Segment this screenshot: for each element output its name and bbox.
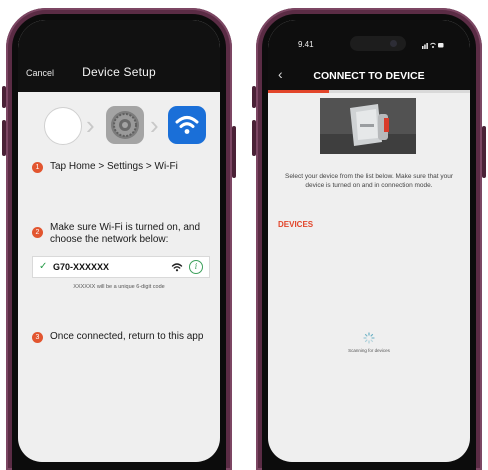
checkmark-icon: ✓ (39, 261, 48, 272)
nav-bar: ‹ CONNECT TO DEVICE (268, 60, 470, 90)
step-number: 1 (32, 162, 43, 173)
step-number: 2 (32, 227, 43, 238)
step-text: Once connected, return to this app (50, 331, 204, 342)
phone-side-button (252, 120, 256, 156)
network-name: G70-XXXXXX (53, 262, 110, 272)
step-text: Tap Home > Settings > Wi-Fi (50, 161, 178, 172)
setup-header: Cancel Device Setup (18, 20, 220, 92)
step-text: Make sure Wi-Fi is turned on, and choose… (50, 222, 201, 245)
info-icon[interactable]: i (189, 260, 203, 274)
setup-progress-bar (268, 90, 470, 93)
step-2: 2 Make sure Wi-Fi is turned on, and choo… (32, 222, 208, 250)
device-illustration (320, 98, 416, 154)
camera-icon (390, 40, 397, 47)
devices-heading: DEVICES (278, 220, 314, 229)
progress-fill (268, 90, 329, 93)
status-bar: 9.41 (268, 20, 470, 60)
connect-device-screen: 9.41 ‹ CONNECT TO DEVICE Select your dev… (268, 20, 470, 462)
chevron-right-icon: › (150, 110, 159, 140)
phone-side-button (252, 86, 256, 108)
home-button-icon (44, 107, 82, 145)
network-list-item[interactable]: ✓ G70-XXXXXX i (32, 256, 210, 278)
scanning-status: Scanning for devices (348, 348, 390, 353)
status-icons (422, 42, 444, 49)
phone-left: Cancel Device Setup › › 1 Tap Home > Set… (2, 8, 236, 470)
phone-side-button (2, 86, 6, 108)
wifi-signal-icon (171, 263, 183, 272)
dynamic-island (350, 36, 406, 51)
phone-right: 9.41 ‹ CONNECT TO DEVICE Select your dev… (252, 8, 486, 470)
loading-spinner-icon (363, 332, 375, 344)
step-3: 3 Once connected, return to this app (32, 331, 208, 345)
wifi-icon (168, 106, 206, 144)
instructions-text: Select your device from the list below. … (285, 173, 453, 189)
phone-side-button (232, 126, 236, 178)
page-title: Device Setup (82, 65, 156, 79)
network-note: XXXXXX will be a unique 6-digit code (73, 284, 165, 290)
phone-side-button (2, 120, 6, 156)
phone-side-button (482, 126, 486, 178)
step-1: 1 Tap Home > Settings > Wi-Fi (32, 161, 208, 175)
status-time: 9.41 (298, 40, 314, 49)
step-number: 3 (32, 332, 43, 343)
chevron-right-icon: › (86, 110, 95, 140)
setup-icons-row: › › (44, 106, 206, 146)
device-setup-screen: Cancel Device Setup › › 1 Tap Home > Set… (18, 20, 220, 462)
settings-gear-icon (106, 106, 144, 144)
page-title: CONNECT TO DEVICE (313, 70, 425, 82)
